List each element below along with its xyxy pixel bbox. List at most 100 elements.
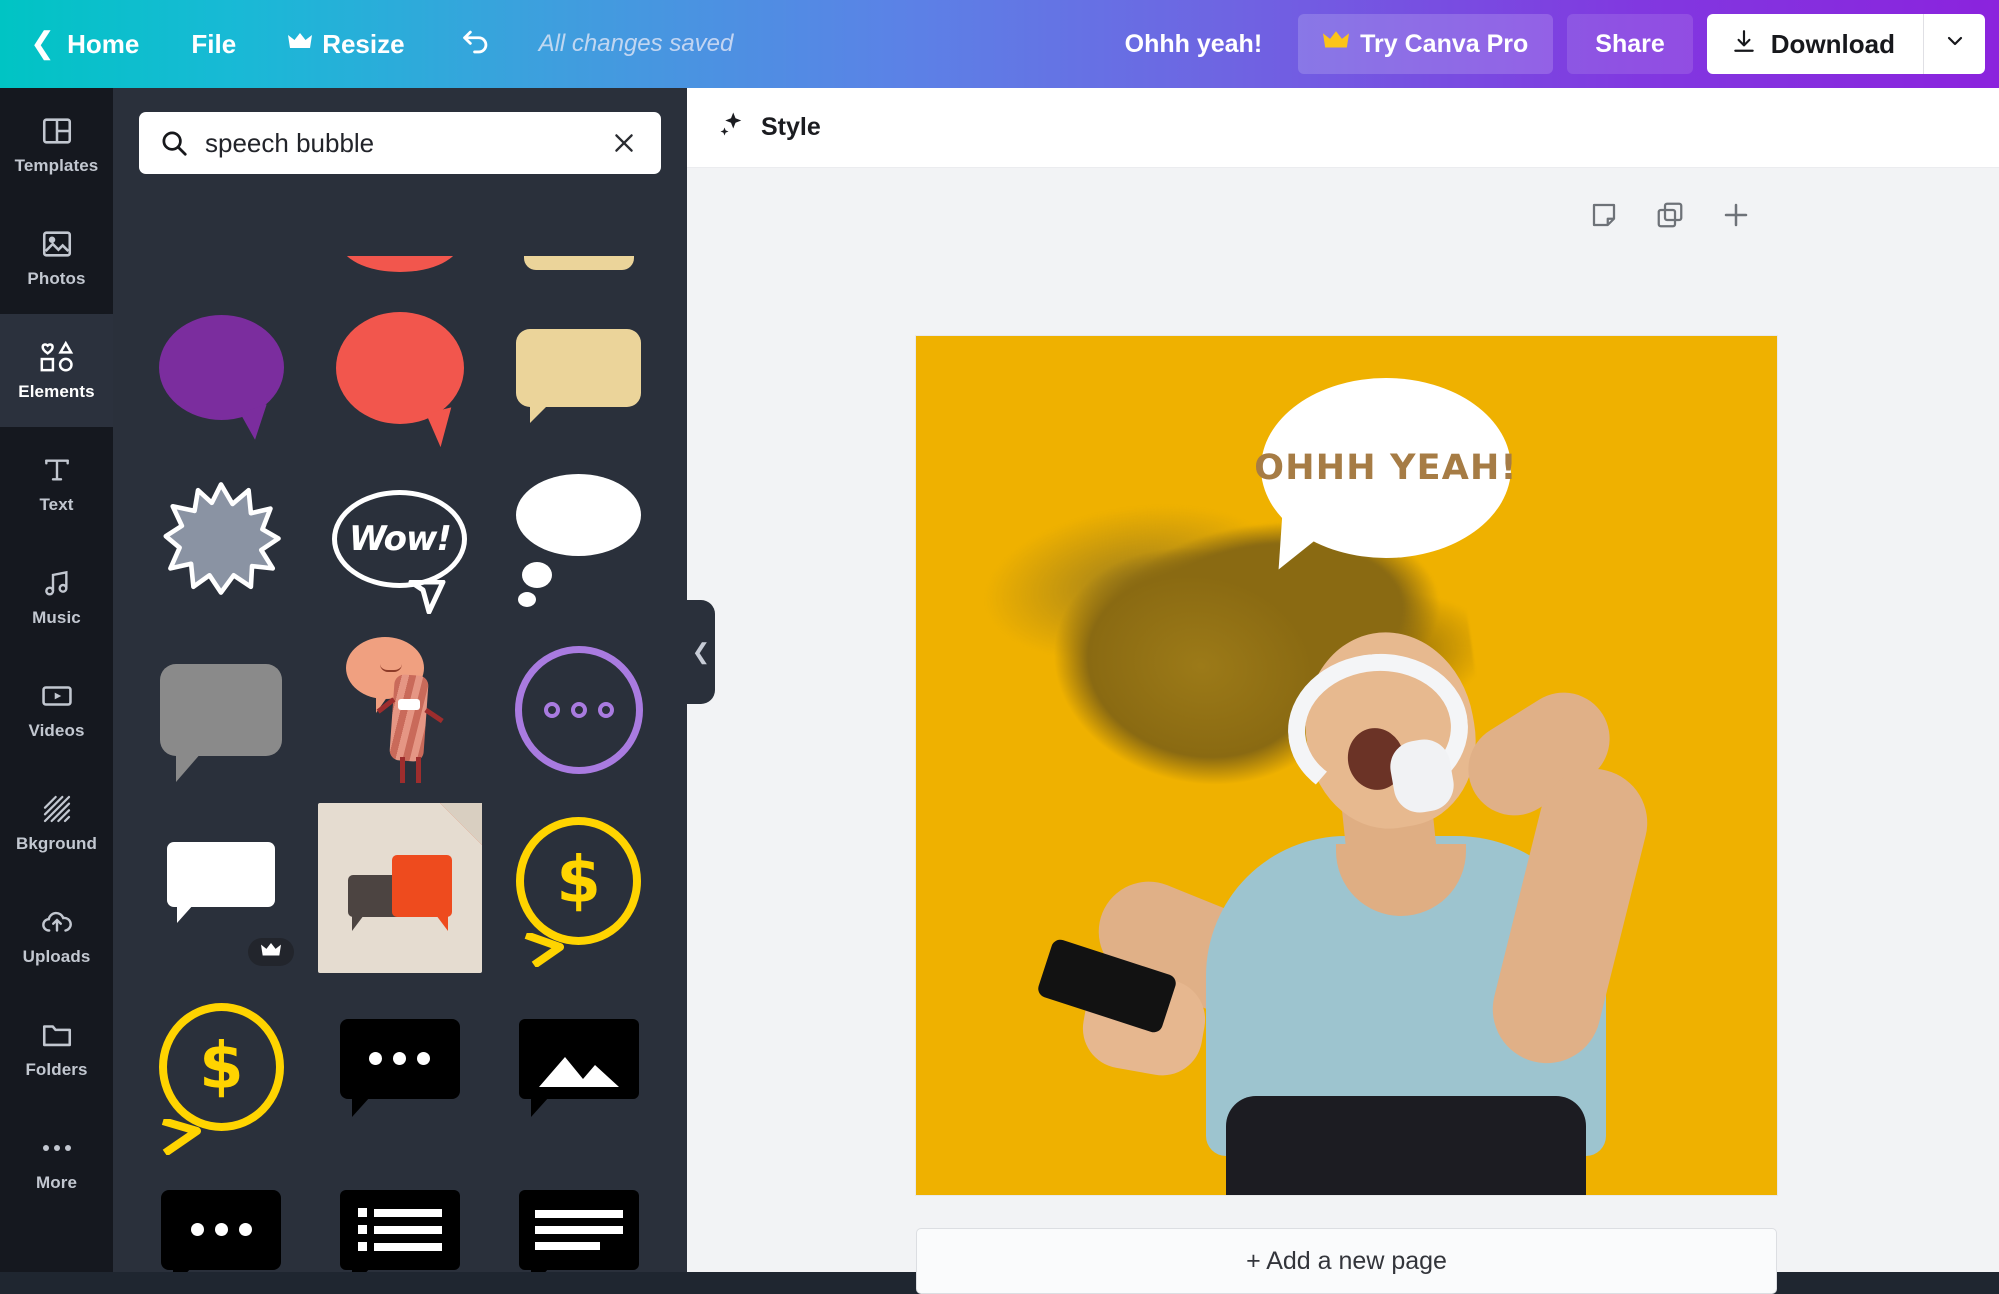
page-tools [1589,200,1751,230]
element-tile-bacon-character-bubble[interactable] [318,632,483,787]
element-tile-yellow-dollar-bubble[interactable]: $ [496,803,661,967]
element-tile-white-rect-bubble[interactable] [139,803,304,966]
sidebar-item-label: Elements [18,382,95,401]
add-new-page-button[interactable]: + Add a new page [916,1228,1777,1294]
duplicate-icon[interactable] [1655,200,1685,230]
chevron-down-icon [1943,29,1967,59]
crown-icon [288,33,313,55]
sidebar-item-label: Bkground [15,834,98,853]
style-toolbar: Style [687,88,1999,168]
save-status: All changes saved [538,30,734,57]
sidebar-item-music[interactable]: Music [0,540,113,653]
design-bubble-text: OHHH YEAH! [1254,448,1518,488]
folder-icon [40,1017,74,1053]
sidebar-item-label: Videos [28,721,85,740]
undo-button[interactable] [447,16,505,72]
element-results[interactable]: Wow! $ $ [113,256,687,1272]
download-arrow-icon [1731,28,1757,61]
top-toolbar-right: Ohhh yeah! Try Canva Pro Share Download [1103,14,1985,74]
sidebar-item-background[interactable]: Bkground [0,766,113,879]
sparkle-icon [717,110,747,145]
file-menu-button[interactable]: File [165,16,262,72]
canvas-area: OHHH YEAH! + Add a new page [687,168,1999,1294]
element-tile-black-lines-bubble[interactable] [496,1160,661,1272]
element-tile-black-image-bubble[interactable] [496,989,661,1144]
elements-panel: Wow! [113,88,687,1272]
element-tile[interactable] [496,256,661,274]
element-tile-black-list-bubble[interactable] [318,1160,483,1272]
element-tile[interactable] [139,256,304,274]
add-page-icon[interactable] [1721,200,1751,230]
music-note-icon [41,565,73,601]
download-options-caret[interactable] [1923,14,1985,74]
download-button[interactable]: Download [1707,14,1923,74]
element-tile-red-ellipse-bubble[interactable] [318,290,483,449]
photo-pants [1226,1096,1586,1195]
sidebar-item-more[interactable]: More [0,1105,113,1218]
cloud-upload-icon [40,904,74,940]
workspace: Style OHHH YEAH! + Add a new page [687,88,1999,1294]
download-label: Download [1770,28,1895,59]
search-input[interactable] [205,127,591,159]
sidebar-item-label: Templates [14,156,99,175]
text-t-icon [41,452,73,488]
design-speech-bubble[interactable]: OHHH YEAH! [1254,378,1517,558]
sidebar-item-uploads[interactable]: Uploads [0,879,113,992]
element-tile-tan-rounded-bubble[interactable] [496,290,661,445]
element-tile[interactable] [318,256,483,274]
close-x-icon[interactable] [607,126,641,160]
element-tile-paper-two-bubbles[interactable] [317,803,483,973]
element-tile-black-dots-bubble[interactable] [318,989,483,1144]
try-canva-pro-button[interactable]: Try Canva Pro [1298,14,1554,74]
ellipsis-icon [42,1130,72,1166]
design-page[interactable]: OHHH YEAH! [916,336,1777,1195]
starburst-shape [156,481,286,596]
element-tile-grey-rounded-bubble[interactable] [139,632,304,787]
element-tile-yellow-dollar-bubble-2[interactable]: $ [139,989,304,1155]
element-tile-white-thought-bubble[interactable] [496,461,661,616]
share-button[interactable]: Share [1567,14,1693,74]
element-tile-purple-dots-circle-bubble[interactable] [496,632,661,787]
sidebar-item-label: More [35,1173,78,1192]
sidebar-item-label: Text [39,495,74,514]
sidebar-item-folders[interactable]: Folders [0,992,113,1105]
element-tile-wow-outline-bubble[interactable]: Wow! [318,461,483,616]
crown-icon [260,942,281,962]
element-grid: Wow! $ $ [139,256,661,1272]
resize-label: Resize [322,29,405,59]
search-icon [159,128,189,158]
sidebar-item-label: Uploads [22,947,91,966]
resize-button[interactable]: Resize [262,16,430,72]
video-play-icon [40,678,74,714]
sidebar-item-elements[interactable]: Elements [0,300,113,441]
home-label: Home [67,29,140,59]
notes-icon[interactable] [1589,200,1619,230]
wow-label: Wow! [349,518,452,559]
sidebar-item-photos[interactable]: Photos [0,201,113,314]
try-canva-pro-label: Try Canva Pro [1360,29,1529,58]
panel-collapse-handle[interactable]: ❮ [687,600,715,704]
element-tile-black-dots-bubble-2[interactable] [139,1160,304,1272]
hatch-pattern-icon [41,791,73,827]
chevron-left-icon: ❮ [691,639,711,664]
file-label: File [191,29,237,59]
top-toolbar: ❮ Home File Resize All changes saved Ohh… [0,0,1999,88]
sidebar-item-label: Folders [25,1060,88,1079]
element-tile-purple-ellipse-bubble[interactable] [139,290,304,445]
add-new-page-label: + Add a new page [1246,1246,1447,1275]
element-tile-grey-starburst-bubble[interactable] [139,461,304,616]
undo-arrow-icon [459,25,493,64]
download-group: Download [1706,14,1985,74]
home-button[interactable]: ❮ Home [22,16,165,72]
style-tab-label[interactable]: Style [761,113,821,142]
document-title[interactable]: Ohhh yeah! [1103,30,1285,59]
search-area [113,88,687,184]
pro-badge [247,938,294,966]
photo-icon [40,226,74,262]
top-toolbar-left: ❮ Home File Resize All changes saved [22,16,733,72]
chevron-left-icon: ❮ [30,27,56,60]
sidebar-item-templates[interactable]: Templates [0,88,113,201]
sidebar-item-text[interactable]: Text [0,427,113,540]
search-box[interactable] [139,112,661,174]
sidebar-item-videos[interactable]: Videos [0,653,113,766]
